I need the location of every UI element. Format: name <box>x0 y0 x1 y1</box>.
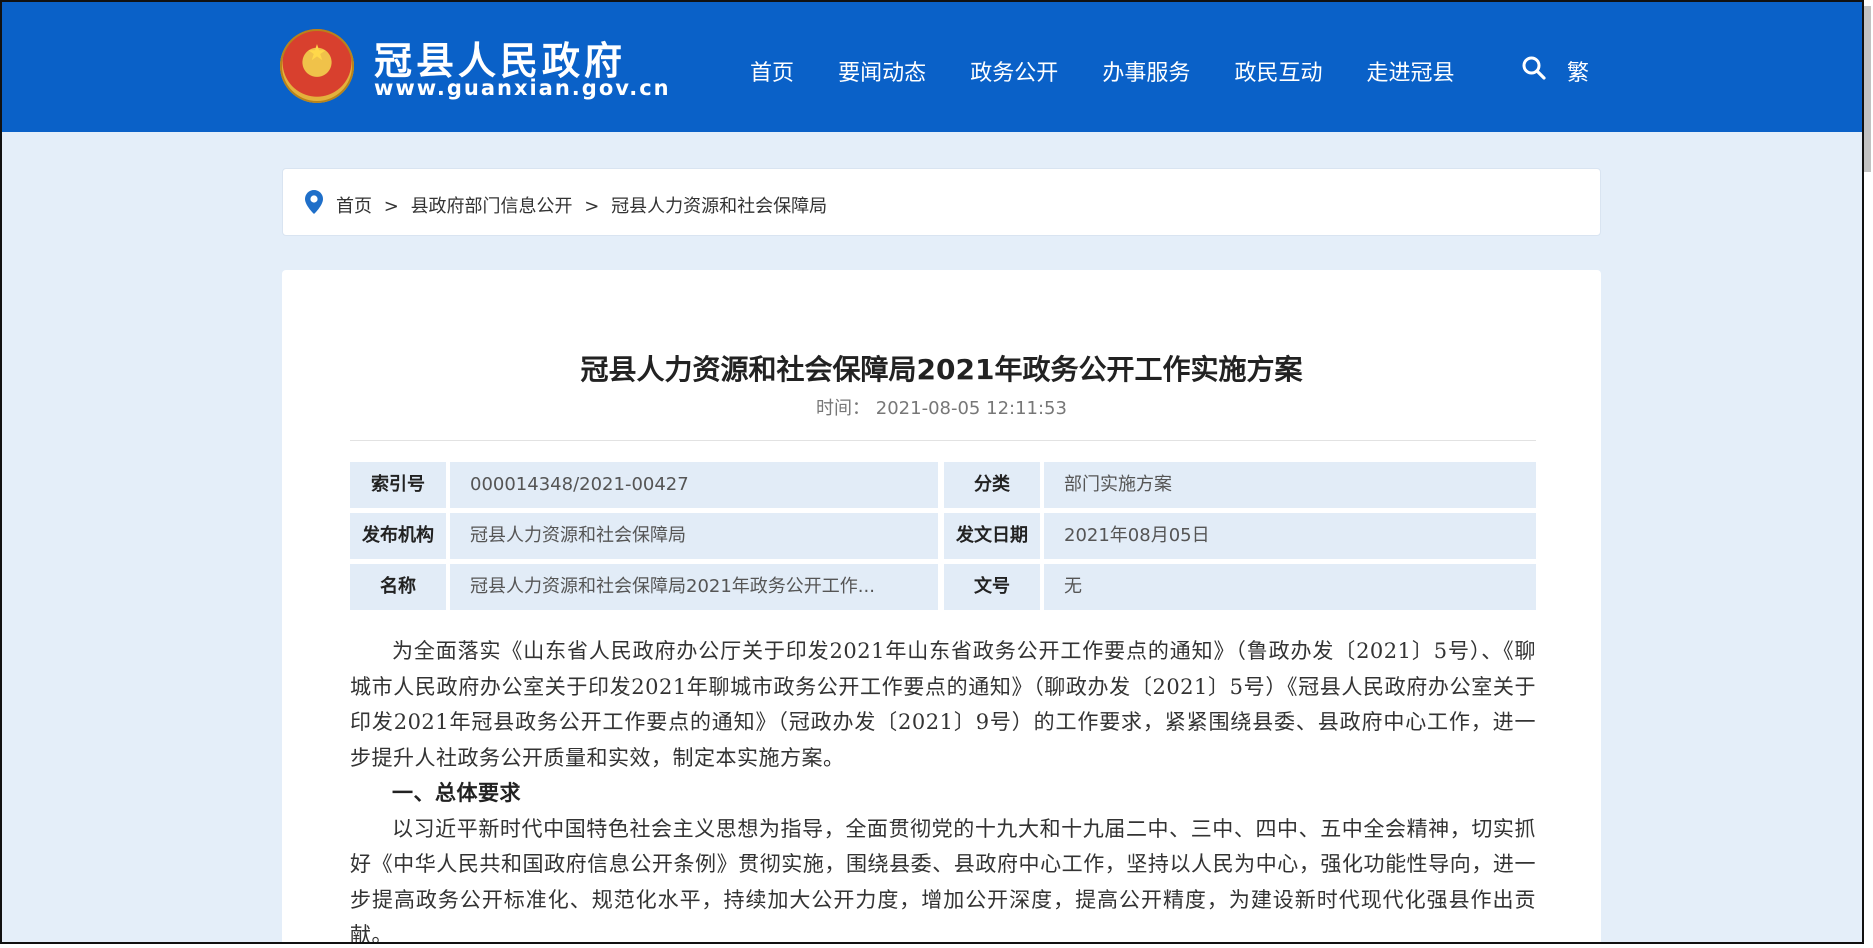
meta-key-doc-number: 文号 <box>944 564 1040 610</box>
document-meta-table: 索引号 000014348/2021-00427 分类 部门实施方案 发布机构 … <box>350 462 1536 615</box>
meta-key-name: 名称 <box>350 564 446 610</box>
meta-key-index: 索引号 <box>350 462 446 508</box>
breadcrumb-dept-disclosure-link[interactable]: 县政府部门信息公开 <box>411 196 573 217</box>
breadcrumb-separator: > <box>383 196 399 217</box>
body-paragraph: 以习近平新时代中国特色社会主义思想为指导，全面贯彻党的十九大和十九届二中、三中、… <box>350 816 1536 944</box>
nav-item-interaction[interactable]: 政民互动 <box>1234 55 1322 87</box>
breadcrumb-trail: 首页 > 县政府部门信息公开 > 冠县人力资源和社会保障局 <box>336 192 827 218</box>
nav-item-disclosure[interactable]: 政务公开 <box>970 55 1058 87</box>
meta-row: 名称 冠县人力资源和社会保障局2021年政务公开工作... 文号 无 <box>350 564 1536 610</box>
traditional-chinese-toggle[interactable]: 繁 <box>1567 55 1589 87</box>
meta-value-publisher: 冠县人力资源和社会保障局 <box>450 513 938 559</box>
nav-item-services[interactable]: 办事服务 <box>1102 55 1190 87</box>
meta-key-issue-date: 发文日期 <box>944 513 1040 559</box>
meta-key-category: 分类 <box>944 462 1040 508</box>
breadcrumb-hr-bureau-link[interactable]: 冠县人力资源和社会保障局 <box>611 196 827 217</box>
meta-value-doc-number: 无 <box>1044 564 1536 610</box>
scrollbar-thumb[interactable] <box>1864 6 1871 172</box>
meta-key-publisher: 发布机构 <box>350 513 446 559</box>
search-icon[interactable] <box>1521 55 1547 81</box>
section-heading: 一、总体要求 <box>392 781 521 805</box>
nav-item-news[interactable]: 要闻动态 <box>838 55 926 87</box>
meta-value-index: 000014348/2021-00427 <box>450 462 938 508</box>
nav-item-about[interactable]: 走进冠县 <box>1367 55 1455 87</box>
meta-value-issue-date: 2021年08月05日 <box>1044 513 1536 559</box>
site-header: 冠县人民政府 www.guanxian.gov.cn 首页 要闻动态 政务公开 … <box>2 2 1862 132</box>
site-url: www.guanxian.gov.cn <box>374 76 671 100</box>
article-body: 为全面落实《山东省人民政府办公厅关于印发2021年山东省政务公开工作要点的通知》… <box>350 634 1536 944</box>
title-divider <box>350 440 1536 441</box>
location-pin-icon <box>305 190 323 214</box>
nav-item-home[interactable]: 首页 <box>750 55 794 87</box>
meta-value-category: 部门实施方案 <box>1044 462 1536 508</box>
article-time: 时间： 2021-08-05 12:11:53 <box>282 394 1601 420</box>
time-value: 2021-08-05 12:11:53 <box>875 398 1067 419</box>
breadcrumb-separator: > <box>584 196 600 217</box>
meta-row: 索引号 000014348/2021-00427 分类 部门实施方案 <box>350 462 1536 508</box>
national-emblem-logo <box>280 29 354 103</box>
main-nav: 首页 要闻动态 政务公开 办事服务 政民互动 走进冠县 <box>750 55 1494 87</box>
breadcrumb: 首页 > 县政府部门信息公开 > 冠县人力资源和社会保障局 <box>282 168 1601 236</box>
meta-row: 发布机构 冠县人力资源和社会保障局 发文日期 2021年08月05日 <box>350 513 1536 559</box>
article-title: 冠县人力资源和社会保障局2021年政务公开工作实施方案 <box>580 353 1303 386</box>
article-card: 冠县人力资源和社会保障局2021年政务公开工作实施方案 时间： 2021-08-… <box>282 270 1601 944</box>
breadcrumb-home-link[interactable]: 首页 <box>336 196 372 217</box>
body-paragraph: 为全面落实《山东省人民政府办公厅关于印发2021年山东省政务公开工作要点的通知》… <box>350 639 1536 770</box>
browser-viewport: 冠县人民政府 www.guanxian.gov.cn 首页 要闻动态 政务公开 … <box>0 0 1864 944</box>
meta-value-name: 冠县人力资源和社会保障局2021年政务公开工作... <box>450 564 938 610</box>
time-label: 时间： <box>816 398 871 419</box>
